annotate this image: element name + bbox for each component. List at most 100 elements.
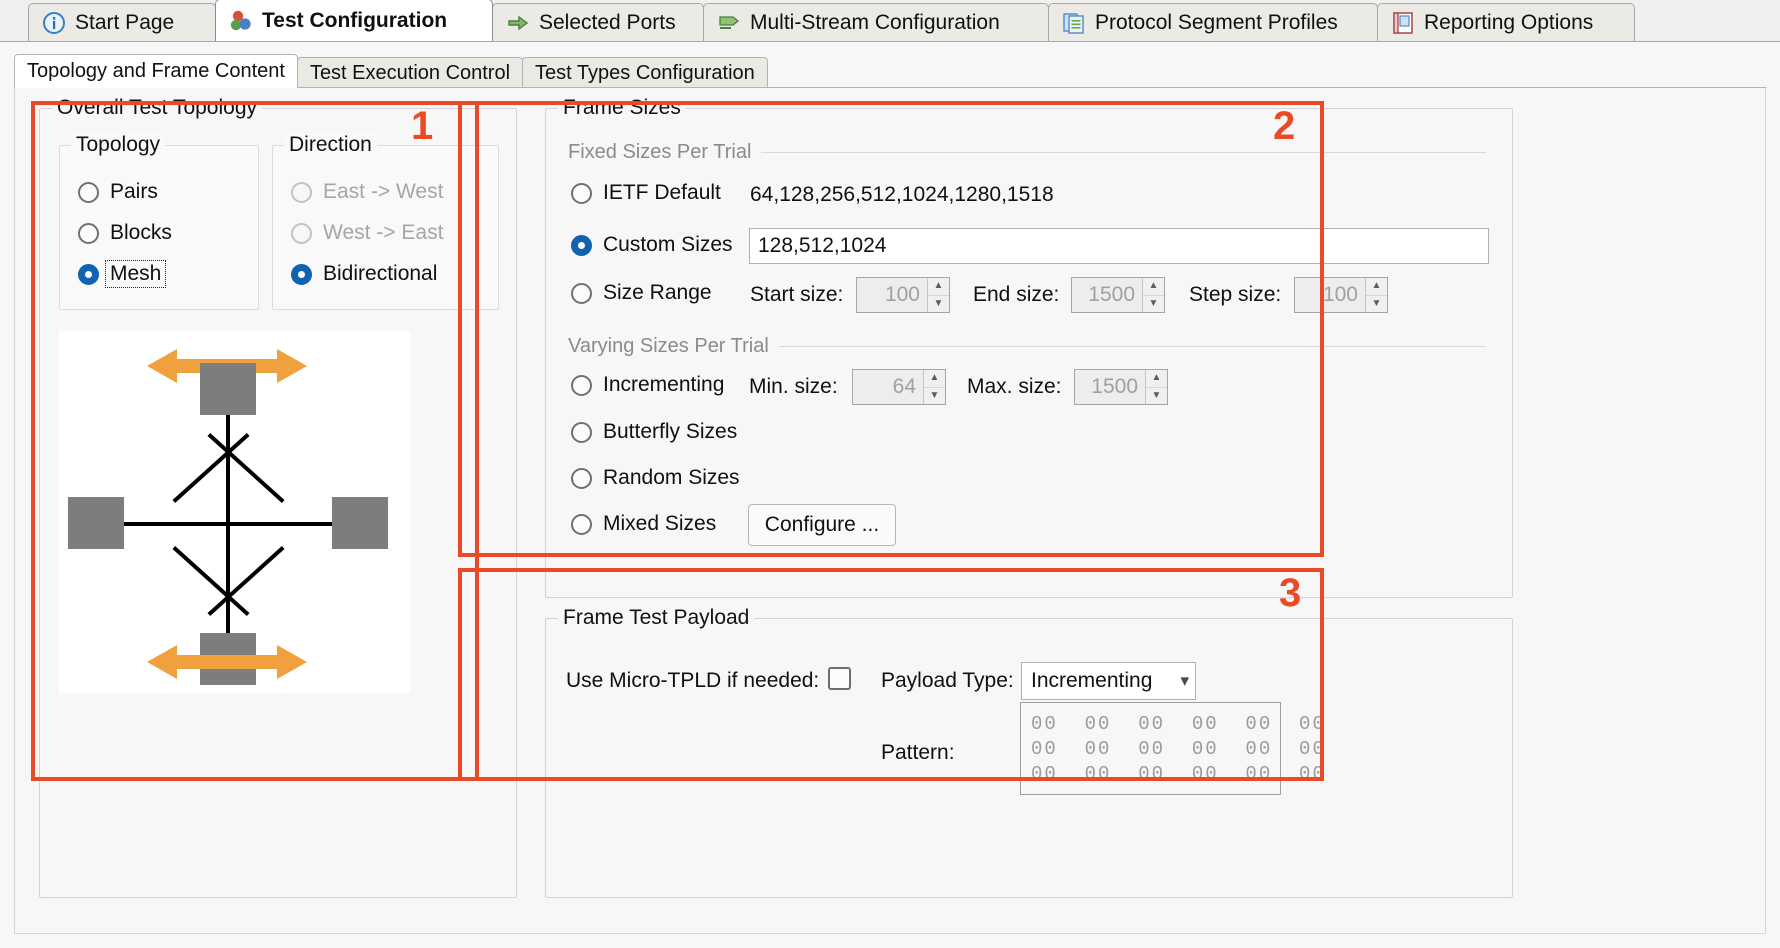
topology-node-top [200, 363, 256, 415]
min-size-spinner[interactable]: 64 ▲ ▼ [852, 369, 946, 405]
spinner-down-icon[interactable]: ▼ [1146, 388, 1167, 405]
app-window: Start Page Test Configuration Selected P… [0, 0, 1780, 948]
tab-reporting-options[interactable]: Reporting Options [1377, 3, 1635, 41]
radio-topology-mesh[interactable]: Mesh [78, 260, 167, 288]
radio-label: Size Range [603, 281, 712, 304]
sub-tab-label: Test Types Configuration [535, 61, 755, 84]
sub-tab-topology-and-frame-content[interactable]: Topology and Frame Content [14, 54, 298, 88]
report-icon [1391, 11, 1415, 35]
spinner-up-icon[interactable]: ▲ [1366, 278, 1387, 296]
annotation-number-2: 2 [1273, 104, 1296, 148]
radio-label: Mixed Sizes [603, 512, 717, 535]
payload-type-value: Incrementing [1031, 669, 1153, 692]
spinner-arrows[interactable]: ▲ ▼ [1145, 370, 1167, 404]
main-tab-bar: Start Page Test Configuration Selected P… [0, 0, 1780, 42]
step-size-label: Step size: [1189, 283, 1282, 306]
frame-sizes-group: Frame Sizes Fixed Sizes Per Trial IETF D… [545, 96, 1513, 598]
section-label-text: Varying Sizes Per Trial [568, 335, 769, 357]
start-size-spinner[interactable]: 100 ▲ ▼ [856, 277, 950, 313]
end-size-label: End size: [973, 283, 1060, 306]
max-size-spinner[interactable]: 1500 ▲ ▼ [1074, 369, 1168, 405]
radio-direction-bidirectional[interactable]: Bidirectional [291, 262, 437, 286]
radio-indicator [78, 222, 99, 244]
topology-node-right [332, 497, 388, 549]
tab-protocol-segment-profiles[interactable]: Protocol Segment Profiles [1048, 3, 1378, 41]
spinner-arrows[interactable]: ▲ ▼ [1142, 278, 1164, 312]
radio-topology-pairs[interactable]: Pairs [78, 180, 158, 204]
ietf-default-sizes-value: 64,128,256,512,1024,1280,1518 [750, 183, 1054, 206]
radio-label: Pairs [110, 180, 158, 203]
radio-direction-west-east[interactable]: West -> East [291, 221, 443, 245]
payload-type-select[interactable]: Incrementing ▾ [1021, 662, 1196, 700]
radio-incrementing[interactable]: Incrementing [571, 373, 724, 397]
step-size-spinner[interactable]: 100 ▲ ▼ [1294, 277, 1388, 313]
direction-subgroup: Direction East -> West West -> East Bidi… [272, 133, 499, 310]
edge-top-right [207, 433, 285, 503]
radio-label: Custom Sizes [603, 233, 733, 256]
spinner-arrows[interactable]: ▲ ▼ [1365, 278, 1387, 312]
info-icon [42, 11, 66, 35]
spinner-up-icon[interactable]: ▲ [1143, 278, 1164, 296]
section-label-text: Fixed Sizes Per Trial [568, 141, 752, 163]
radio-random-sizes[interactable]: Random Sizes [571, 466, 740, 490]
sub-tab-test-types-configuration[interactable]: Test Types Configuration [522, 57, 768, 88]
radio-mixed-sizes[interactable]: Mixed Sizes [571, 512, 716, 536]
pattern-hex-field[interactable]: 00 00 00 00 00 00 00 00 00 00 00 00 00 0… [1020, 702, 1326, 795]
radio-topology-blocks[interactable]: Blocks [78, 221, 172, 245]
radio-label: Bidirectional [323, 262, 438, 285]
radio-label: IETF Default [603, 181, 721, 204]
edge-bottom-right [207, 546, 285, 616]
radio-indicator [571, 513, 592, 535]
radio-size-range[interactable]: Size Range [571, 281, 712, 305]
sub-tab-test-execution-control[interactable]: Test Execution Control [296, 57, 524, 88]
start-size-label: Start size: [750, 283, 844, 306]
spinner-arrows[interactable]: ▲ ▼ [923, 370, 945, 404]
radio-label: Blocks [110, 221, 172, 244]
radio-label: East -> West [323, 180, 444, 203]
spinner-down-icon[interactable]: ▼ [1143, 296, 1164, 313]
step-size-value: 100 [1322, 283, 1358, 306]
profiles-icon [1062, 11, 1086, 35]
tab-multi-stream-configuration[interactable]: Multi-Stream Configuration [703, 3, 1049, 41]
radio-ietf-default[interactable]: IETF Default [571, 181, 721, 205]
pattern-row: 00 00 00 00 00 00 [1031, 763, 1326, 785]
tab-label: Reporting Options [1424, 10, 1594, 34]
radio-label: Random Sizes [603, 466, 740, 489]
custom-sizes-value: 128,512,1024 [758, 234, 887, 257]
spinner-up-icon[interactable]: ▲ [928, 278, 949, 296]
overall-test-topology-title: Overall Test Topology [52, 96, 263, 120]
frame-test-payload-title: Frame Test Payload [558, 606, 755, 630]
end-size-spinner[interactable]: 1500 ▲ ▼ [1071, 277, 1165, 313]
tab-label: Protocol Segment Profiles [1095, 10, 1338, 34]
edge-horizontal [124, 522, 332, 526]
end-size-value: 1500 [1088, 283, 1135, 306]
spinner-up-icon[interactable]: ▲ [924, 370, 945, 388]
tab-label: Test Configuration [262, 8, 448, 32]
edge-top-left [172, 433, 250, 503]
micro-tpld-checkbox[interactable] [828, 667, 851, 690]
radio-butterfly-sizes[interactable]: Butterfly Sizes [571, 420, 737, 444]
radio-label: Mesh [104, 260, 167, 288]
radio-direction-east-west[interactable]: East -> West [291, 180, 443, 204]
min-size-label: Min. size: [749, 375, 838, 398]
spinner-down-icon[interactable]: ▼ [1366, 296, 1387, 313]
page-content: Overall Test Topology Topology Pairs Blo… [14, 88, 1766, 934]
spinner-down-icon[interactable]: ▼ [928, 296, 949, 313]
tab-test-configuration[interactable]: Test Configuration [215, 0, 493, 41]
spinner-down-icon[interactable]: ▼ [924, 388, 945, 405]
ports-icon [506, 11, 530, 35]
radio-indicator [571, 467, 592, 489]
spinner-arrows[interactable]: ▲ ▼ [927, 278, 949, 312]
custom-sizes-input[interactable]: 128,512,1024 [749, 228, 1489, 264]
pattern-row: 00 00 00 00 00 00 [1031, 738, 1326, 760]
tab-start-page[interactable]: Start Page [28, 3, 216, 41]
topology-subgroup-title: Topology [71, 133, 166, 157]
spinner-up-icon[interactable]: ▲ [1146, 370, 1167, 388]
radio-custom-sizes[interactable]: Custom Sizes [571, 233, 733, 257]
topology-node-left [68, 497, 124, 549]
varying-sizes-section-label: Varying Sizes Per Trial [568, 335, 1486, 358]
tab-selected-ports[interactable]: Selected Ports [492, 3, 704, 41]
configure-mixed-sizes-button[interactable]: Configure ... [748, 504, 896, 546]
tab-label: Selected Ports [539, 10, 676, 34]
radio-indicator [291, 222, 312, 244]
